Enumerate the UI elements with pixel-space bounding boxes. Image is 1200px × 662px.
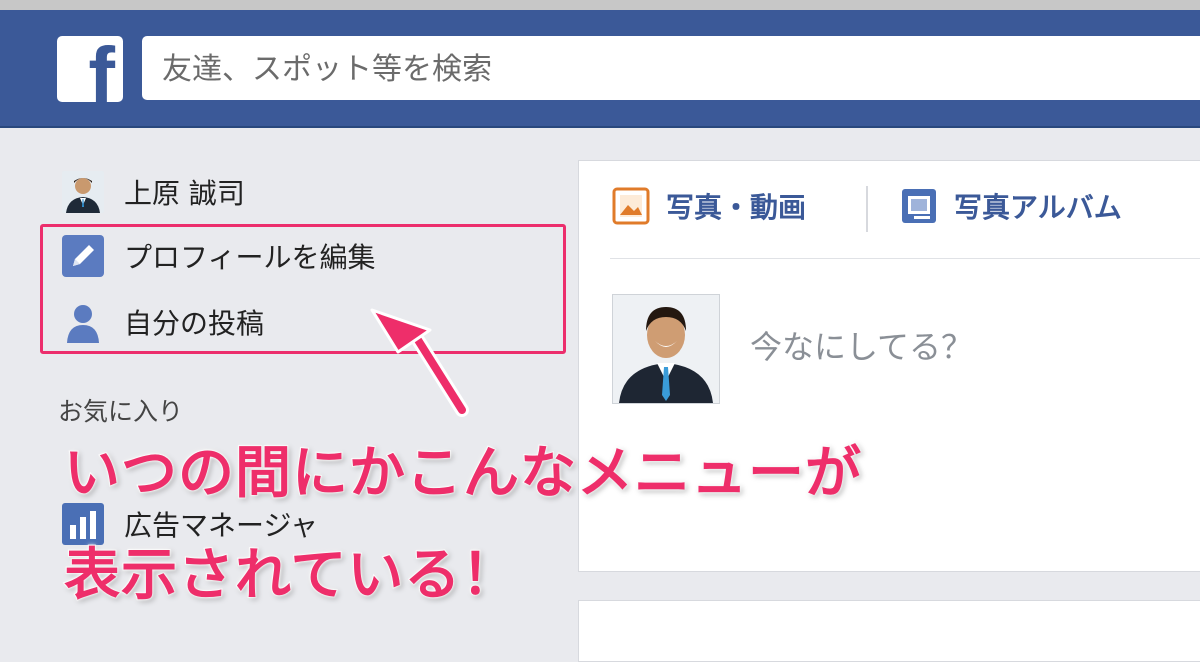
annotation-line-2: 表示されている！	[63, 542, 519, 609]
annotation-line-1: いつの間にかこんなメニューが	[63, 440, 862, 507]
